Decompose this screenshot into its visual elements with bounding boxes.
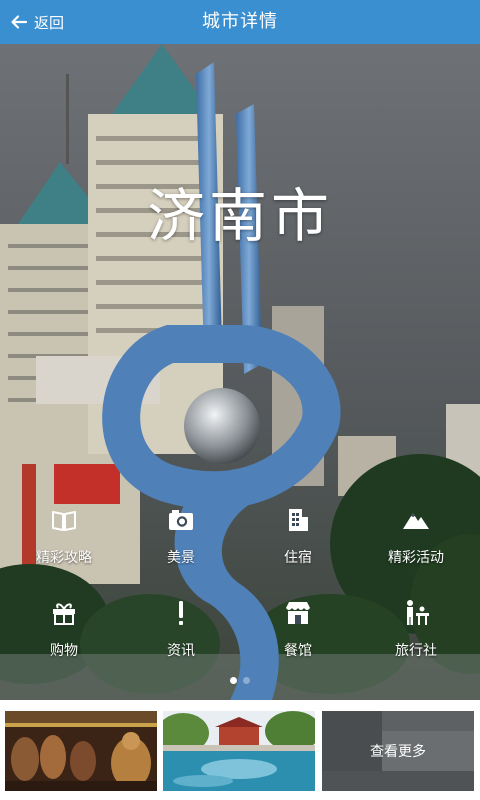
travel-agent-icon <box>401 598 431 628</box>
menu-label: 资讯 <box>167 643 195 659</box>
menu-label: 购物 <box>50 643 78 659</box>
thumbnail-strip: 查看更多 <box>0 700 480 800</box>
menu-item-lodging[interactable]: 住宿 <box>243 499 353 579</box>
menu-label: 住宿 <box>284 550 312 566</box>
menu-label: 精彩活动 <box>388 550 444 566</box>
menu-item-shopping[interactable]: 购物 <box>9 592 119 672</box>
mountain-icon <box>401 505 431 535</box>
menu-item-events[interactable]: 精彩活动 <box>361 499 471 579</box>
back-button[interactable]: 返回 <box>6 6 68 38</box>
storefront-icon <box>283 598 313 628</box>
view-more-label: 查看更多 <box>370 744 426 760</box>
hotel-building-icon <box>283 505 313 535</box>
view-more-button[interactable]: 查看更多 <box>322 711 474 791</box>
spring-pavilion-photo <box>163 711 315 791</box>
menu-item-travel-agency[interactable]: 旅行社 <box>361 592 471 672</box>
back-label: 返回 <box>34 13 65 32</box>
city-name: 济南市 <box>146 182 333 250</box>
open-book-icon <box>49 505 79 535</box>
carousel-dot[interactable] <box>230 677 237 684</box>
menu-item-news[interactable]: 资讯 <box>126 592 236 672</box>
gift-box-icon <box>49 598 79 628</box>
hero-banner[interactable]: 济南市 精彩攻略 美景 住宿 精彩活动 购物 资讯 餐馆 旅行社 <box>0 44 480 700</box>
page-title: 城市详情 <box>202 11 278 32</box>
temple-statues-photo <box>5 711 157 791</box>
camera-icon <box>166 505 196 535</box>
category-menu: 精彩攻略 美景 住宿 精彩活动 购物 资讯 餐馆 旅行社 <box>0 499 480 679</box>
menu-label: 精彩攻略 <box>36 550 92 566</box>
top-bar: 返回 城市详情 <box>0 0 480 44</box>
carousel-dot[interactable] <box>243 677 250 684</box>
thumbnail-temple[interactable] <box>5 711 157 791</box>
menu-label: 餐馆 <box>284 643 312 659</box>
thumbnail-spring[interactable] <box>163 711 315 791</box>
menu-label: 美景 <box>167 550 195 566</box>
carousel-indicator <box>0 677 480 684</box>
menu-item-scenery[interactable]: 美景 <box>126 499 236 579</box>
exclamation-icon <box>166 598 196 628</box>
arrow-left-icon <box>10 13 28 31</box>
menu-item-guides[interactable]: 精彩攻略 <box>9 499 119 579</box>
menu-label: 旅行社 <box>395 643 437 659</box>
menu-item-restaurants[interactable]: 餐馆 <box>243 592 353 672</box>
